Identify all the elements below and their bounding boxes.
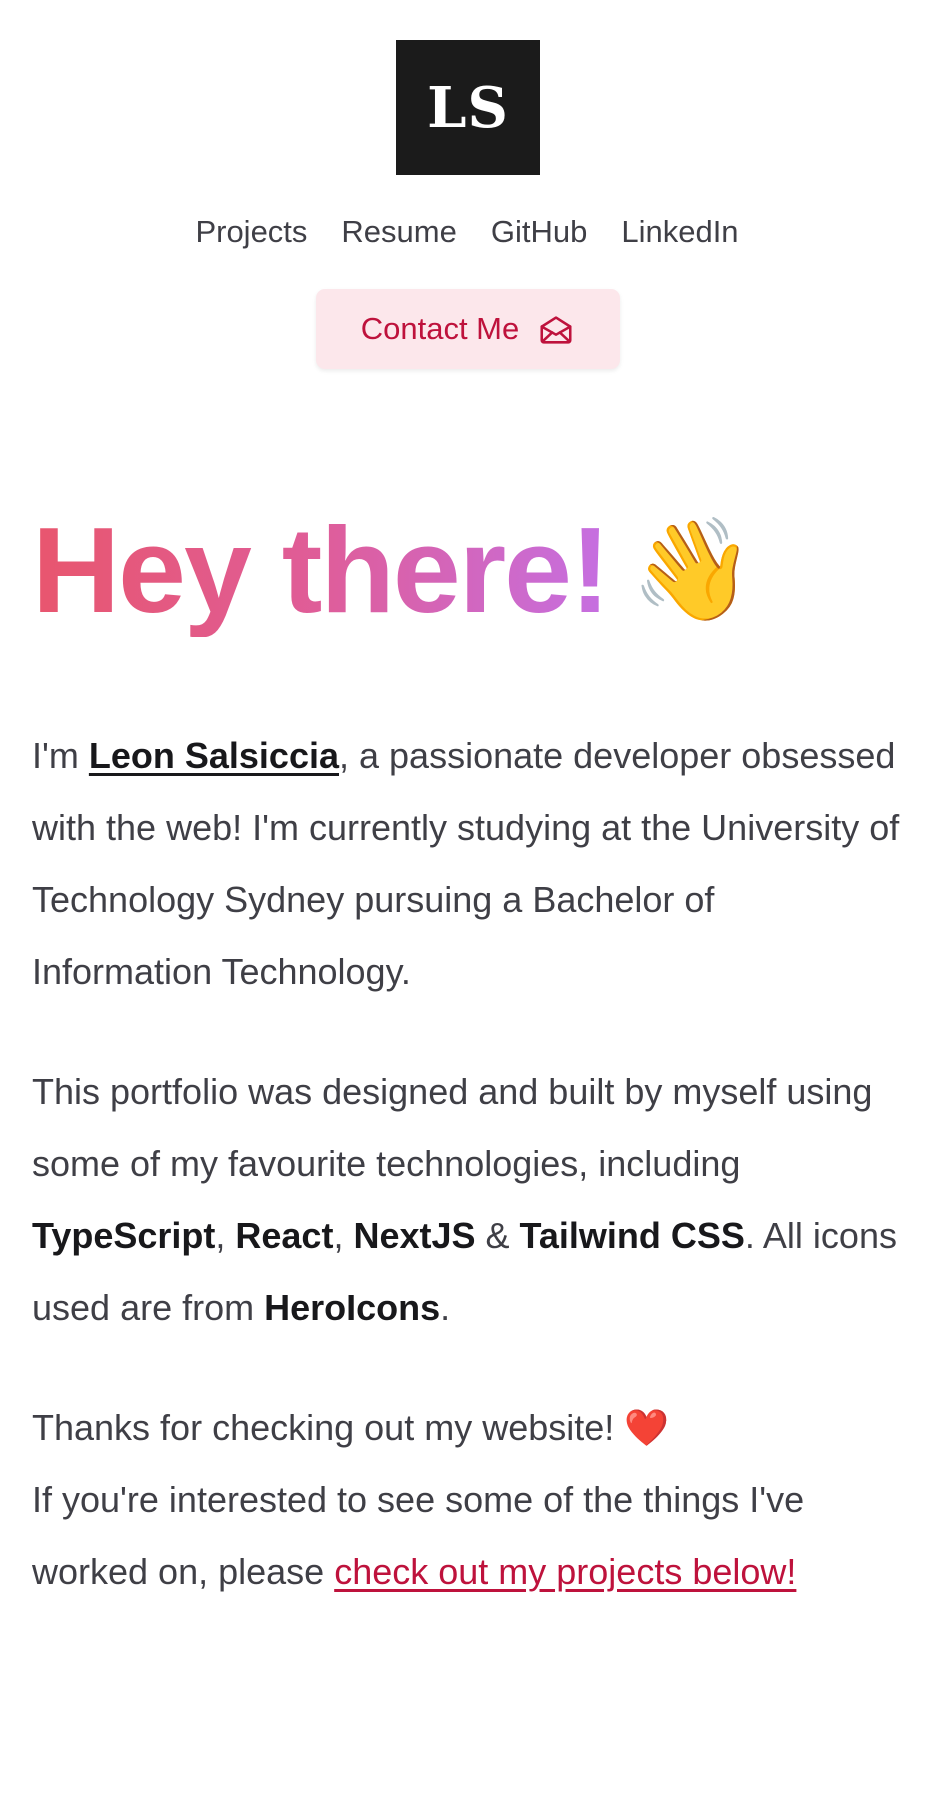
- envelope-open-icon: [537, 310, 575, 348]
- projects-link[interactable]: check out my projects below!: [334, 1551, 796, 1592]
- nav-link-resume[interactable]: Resume: [341, 208, 456, 256]
- intro-paragraph-2: This portfolio was designed and built by…: [32, 1056, 902, 1344]
- intro-paragraph-1: I'm Leon Salsiccia, a passionate develop…: [32, 720, 902, 1008]
- hero-title: Hey there!: [32, 501, 611, 638]
- logo-text: LS: [427, 74, 509, 141]
- portfolio-text: This portfolio was designed and built by…: [32, 1071, 873, 1184]
- logo[interactable]: LS: [396, 40, 540, 175]
- intro-paragraph-3: Thanks for checking out my website! ❤️ If…: [32, 1392, 902, 1608]
- nav-link-linkedin[interactable]: LinkedIn: [621, 208, 738, 256]
- thanks-text: Thanks for checking out my website!: [32, 1407, 625, 1448]
- heart-emoji: ❤️: [624, 1407, 670, 1448]
- icons-source: HeroIcons: [264, 1287, 441, 1328]
- tech-nextjs: NextJS: [353, 1215, 476, 1256]
- contact-me-label: Contact Me: [360, 311, 520, 346]
- hero: Hey there! 👋: [32, 495, 755, 645]
- intro-content: I'm Leon Salsiccia, a passionate develop…: [32, 720, 902, 1608]
- main-nav: Projects Resume GitHub LinkedIn: [0, 208, 934, 256]
- tech-react: React: [235, 1215, 334, 1256]
- name-link[interactable]: Leon Salsiccia: [89, 735, 339, 776]
- nav-link-projects[interactable]: Projects: [195, 208, 307, 256]
- tech-separator: ,: [215, 1215, 236, 1256]
- intro-prefix: I'm: [32, 735, 89, 776]
- tech-separator: ,: [333, 1215, 354, 1256]
- contact-me-button[interactable]: Contact Me: [316, 289, 620, 369]
- tech-typescript: TypeScript: [32, 1215, 216, 1256]
- site-header: LS Projects Resume GitHub LinkedIn Conta…: [0, 0, 934, 380]
- tech-tailwind: Tailwind CSS: [519, 1215, 745, 1256]
- tech-separator-amp: &: [475, 1215, 520, 1256]
- waving-hand-emoji: 👋: [630, 514, 756, 626]
- nav-link-github[interactable]: GitHub: [491, 208, 587, 256]
- period: .: [440, 1287, 451, 1328]
